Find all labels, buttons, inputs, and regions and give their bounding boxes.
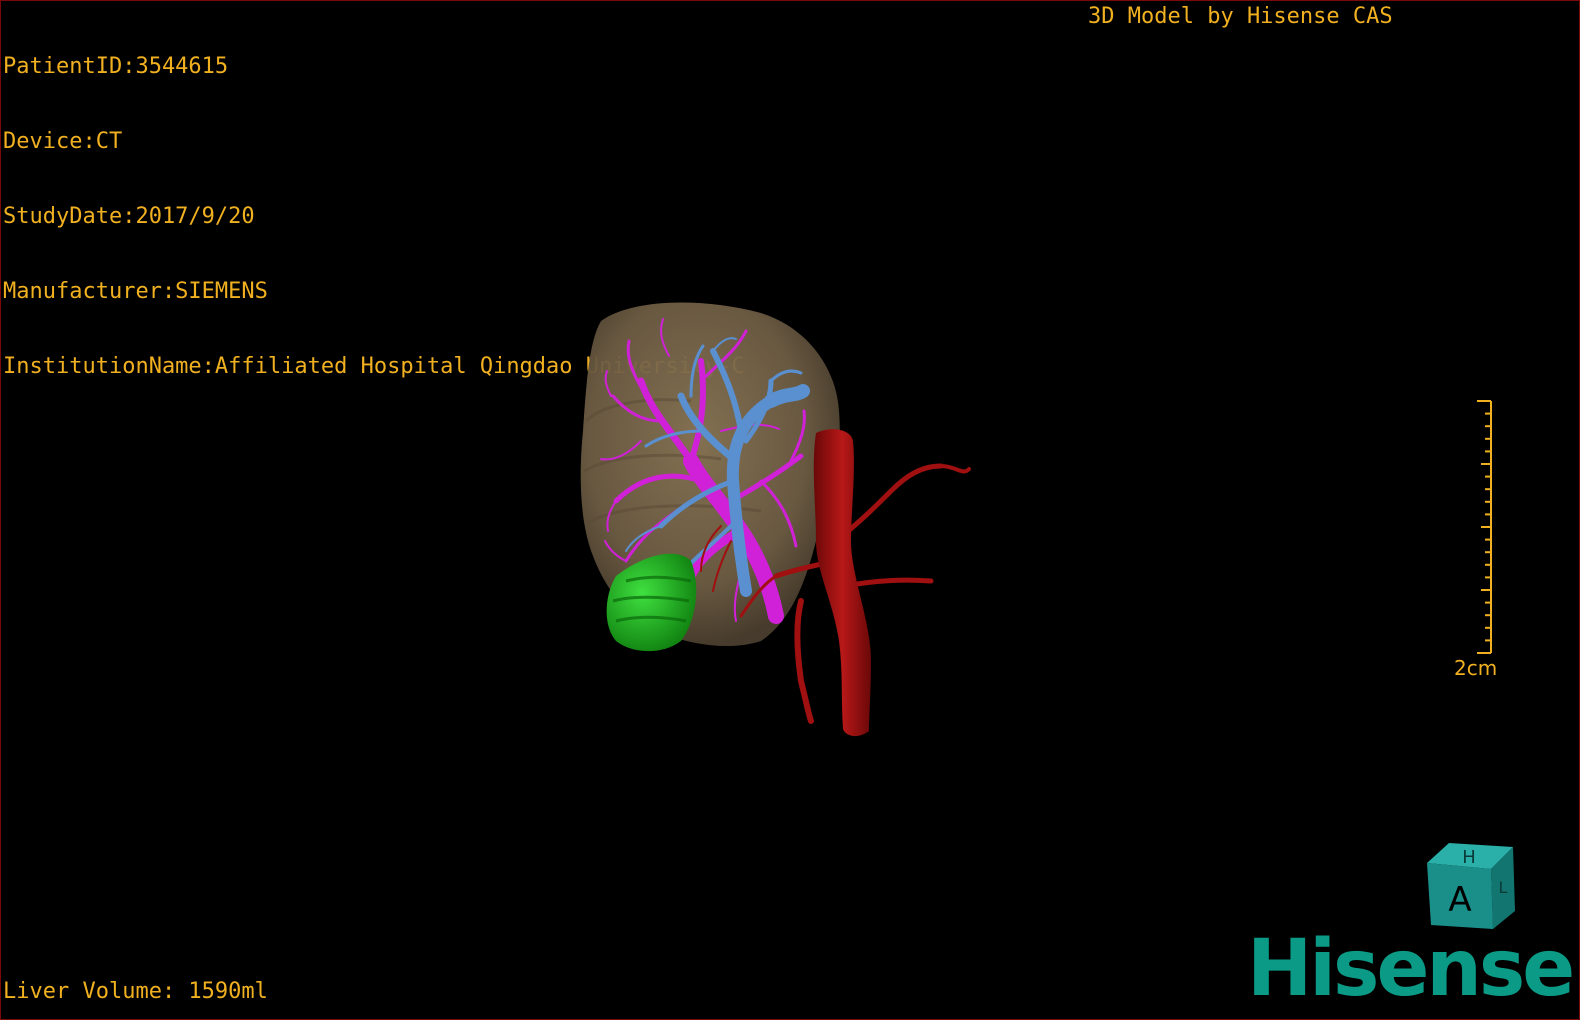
hisense-logo: Hisense: [1247, 924, 1575, 1014]
3d-liver-model[interactable]: A H L: [1, 1, 1580, 1020]
cube-front-letter: A: [1448, 880, 1471, 920]
scale-bar-ticks: [1477, 400, 1491, 654]
scale-bar-label: 2cm: [1454, 656, 1498, 680]
cube-top-letter: H: [1462, 847, 1476, 868]
scale-bar: [1477, 400, 1492, 654]
orientation-cube[interactable]: A H L: [1427, 843, 1515, 929]
cube-side-letter: L: [1499, 878, 1508, 897]
liver-volume-text: Liver Volume: 1590ml: [3, 979, 268, 1004]
3d-viewport[interactable]: PatientID:3544615 Device:CT StudyDate:20…: [0, 0, 1580, 1020]
